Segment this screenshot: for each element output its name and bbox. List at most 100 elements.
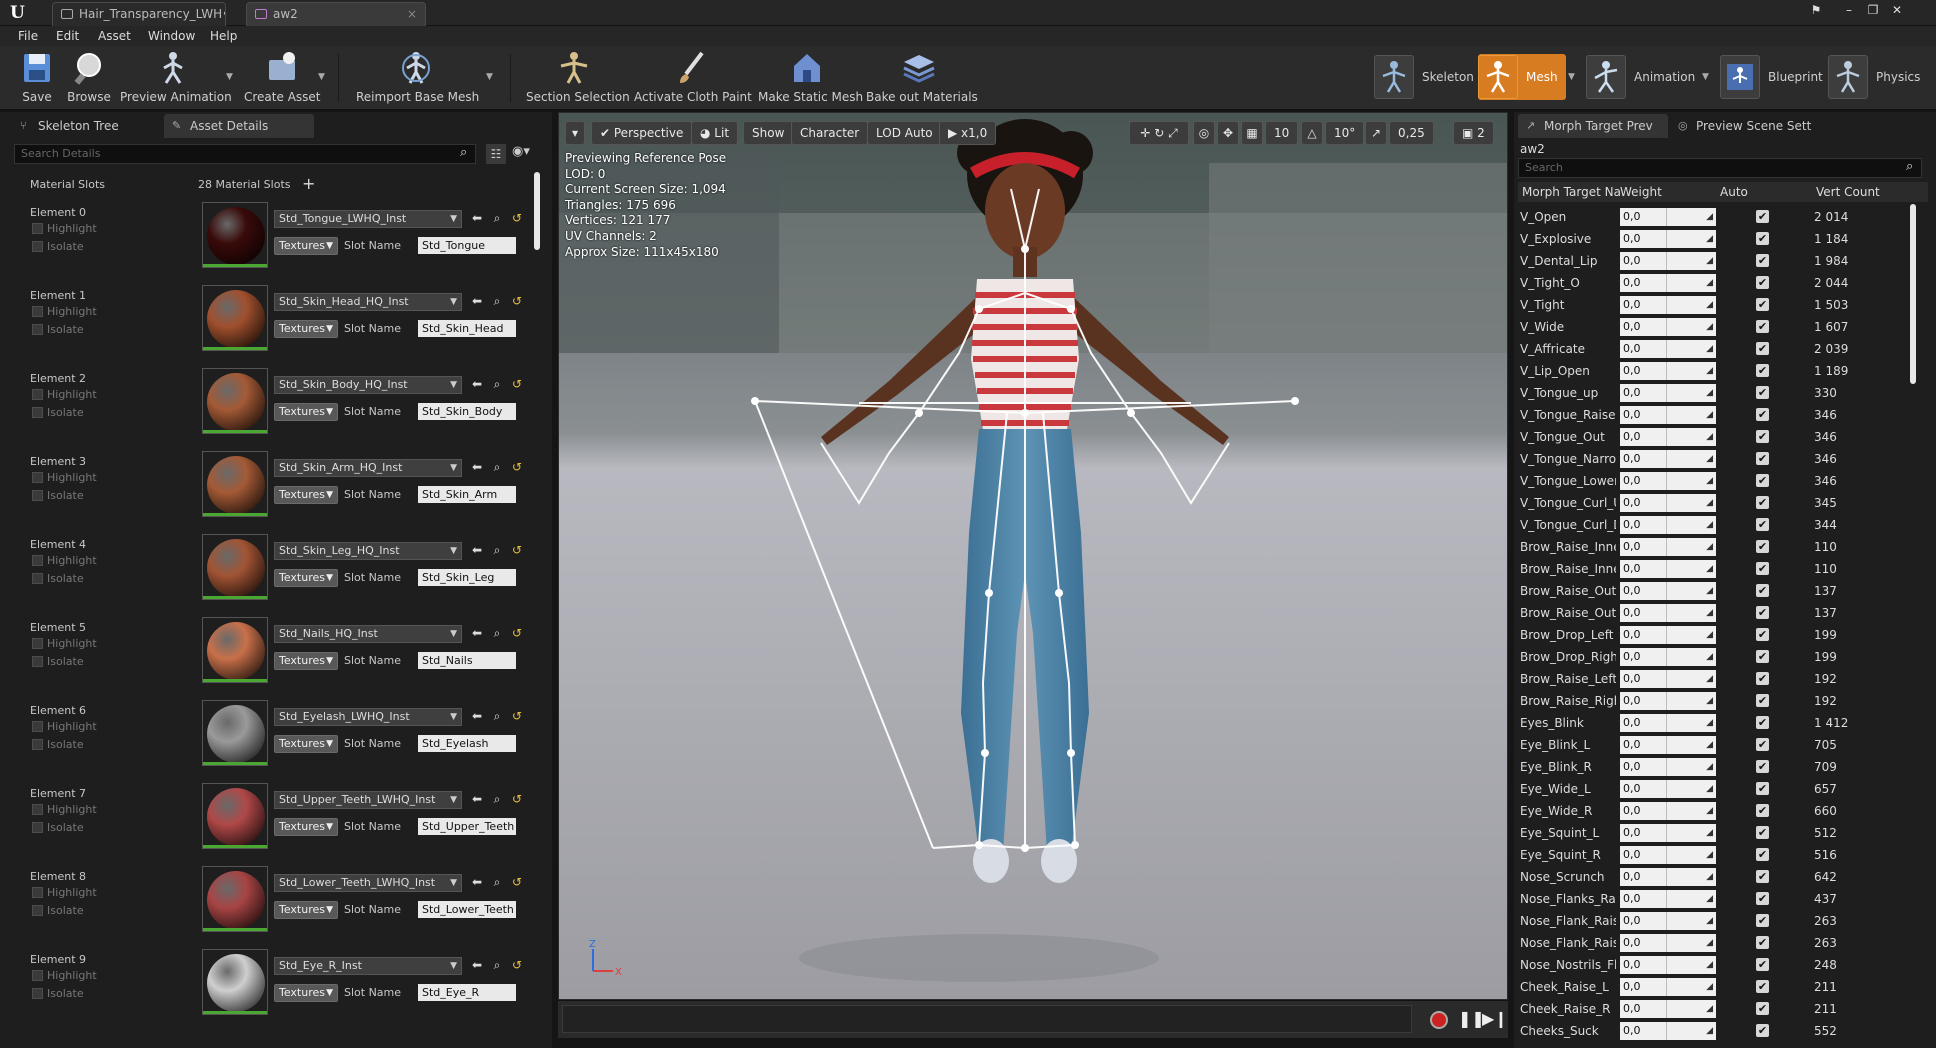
auto-checkbox[interactable]: ✔ xyxy=(1756,386,1769,399)
slot-name-field[interactable]: Std_Lower_Teeth xyxy=(418,901,516,918)
material-thumbnail[interactable] xyxy=(202,866,268,932)
slot-name-field[interactable]: Std_Tongue xyxy=(418,237,516,254)
morph-target-row[interactable]: Brow_Drop_Left 0,0 ◢ ✔ 199 xyxy=(1518,624,1924,646)
add-material-slot-icon[interactable]: + xyxy=(302,174,315,193)
morph-target-row[interactable]: V_Tongue_Lower 0,0 ◢ ✔ 346 xyxy=(1518,470,1924,492)
use-selected-arrow-icon[interactable]: ⬅ xyxy=(470,293,484,309)
morph-target-row[interactable]: Brow_Raise_Inner 0,0 ◢ ✔ 110 xyxy=(1518,558,1924,580)
camera-speed-button[interactable]: ▣ 2 xyxy=(1453,121,1494,145)
textures-dropdown[interactable]: Textures ▼ xyxy=(274,901,338,919)
weight-slider-field[interactable]: 0,0 ◢ xyxy=(1620,494,1716,512)
morph-target-row[interactable]: Cheeks_Suck 0,0 ◢ ✔ 552 xyxy=(1518,1020,1924,1042)
use-selected-arrow-icon[interactable]: ⬅ xyxy=(470,542,484,558)
auto-checkbox[interactable]: ✔ xyxy=(1756,320,1769,333)
highlight-checkbox[interactable]: Highlight xyxy=(32,554,97,567)
show-button[interactable]: Show xyxy=(743,121,794,145)
material-picker[interactable]: Std_Skin_Body_HQ_Inst ▼ xyxy=(274,376,462,394)
weight-slider-field[interactable]: 0,0 ◢ xyxy=(1620,780,1716,798)
auto-checkbox[interactable]: ✔ xyxy=(1756,342,1769,355)
morph-target-row[interactable]: V_Tight_O 0,0 ◢ ✔ 2 044 xyxy=(1518,272,1924,294)
material-thumbnail[interactable] xyxy=(202,285,268,351)
highlight-checkbox[interactable]: Highlight xyxy=(32,305,97,318)
menu-asset[interactable]: Asset xyxy=(98,27,131,45)
browse-search-icon[interactable]: ⌕ xyxy=(490,625,504,641)
tab-asset-details[interactable]: ✎ Asset Details xyxy=(164,114,314,138)
weight-slider-field[interactable]: 0,0 ◢ xyxy=(1620,428,1716,446)
browse-search-icon[interactable]: ⌕ xyxy=(490,957,504,973)
highlight-checkbox[interactable]: Highlight xyxy=(32,388,97,401)
close-tab-icon[interactable]: × xyxy=(407,3,417,25)
auto-checkbox[interactable]: ✔ xyxy=(1756,936,1769,949)
reset-arrow-icon[interactable]: ↺ xyxy=(510,874,524,890)
material-picker[interactable]: Std_Eye_R_Inst ▼ xyxy=(274,957,462,975)
morph-target-row[interactable]: Cheek_Raise_L 0,0 ◢ ✔ 211 xyxy=(1518,976,1924,998)
eye-visibility-icon[interactable]: ◉▾ xyxy=(512,144,530,159)
highlight-checkbox[interactable]: Highlight xyxy=(32,720,97,733)
reset-arrow-icon[interactable]: ↺ xyxy=(510,376,524,392)
textures-dropdown[interactable]: Textures ▼ xyxy=(274,237,338,255)
slot-name-field[interactable]: Std_Skin_Body xyxy=(418,403,516,420)
reset-arrow-icon[interactable]: ↺ xyxy=(510,542,524,558)
textures-dropdown[interactable]: Textures ▼ xyxy=(274,818,338,836)
grid-snap-value[interactable]: 10 xyxy=(1265,121,1299,145)
isolate-checkbox[interactable]: Isolate xyxy=(32,489,84,502)
browse-search-icon[interactable]: ⌕ xyxy=(490,874,504,890)
auto-checkbox[interactable]: ✔ xyxy=(1756,892,1769,905)
restore-icon[interactable]: ❐ xyxy=(1862,2,1884,18)
isolate-checkbox[interactable]: Isolate xyxy=(32,738,84,751)
preview-viewport[interactable]: Z X ▾ ✔ Perspective ◕ Lit Show Character… xyxy=(558,112,1508,1000)
menu-file[interactable]: File xyxy=(18,27,38,45)
create-asset-dropdown-icon[interactable]: ▼ xyxy=(318,72,325,82)
auto-checkbox[interactable]: ✔ xyxy=(1756,474,1769,487)
weight-slider-field[interactable]: 0,0 ◢ xyxy=(1620,648,1716,666)
weight-slider-field[interactable]: 0,0 ◢ xyxy=(1620,208,1716,226)
doc-tab-aw2[interactable]: aw2 × xyxy=(246,2,426,26)
close-window-icon[interactable]: ✕ xyxy=(1886,2,1908,18)
slot-name-field[interactable]: Std_Eye_R xyxy=(418,984,516,1001)
reimport-base-mesh-button[interactable]: Reimport Base Mesh xyxy=(356,48,479,108)
material-thumbnail[interactable] xyxy=(202,368,268,434)
weight-slider-field[interactable]: 0,0 ◢ xyxy=(1620,406,1716,424)
auto-checkbox[interactable]: ✔ xyxy=(1756,562,1769,575)
auto-checkbox[interactable]: ✔ xyxy=(1756,430,1769,443)
auto-checkbox[interactable]: ✔ xyxy=(1756,210,1769,223)
auto-checkbox[interactable]: ✔ xyxy=(1756,298,1769,311)
weight-slider-field[interactable]: 0,0 ◢ xyxy=(1620,714,1716,732)
mode-blueprint-button[interactable]: Blueprint xyxy=(1720,54,1823,100)
morph-target-row[interactable]: Cheek_Raise_R 0,0 ◢ ✔ 211 xyxy=(1518,998,1924,1020)
weight-slider-field[interactable]: 0,0 ◢ xyxy=(1620,450,1716,468)
use-selected-arrow-icon[interactable]: ⬅ xyxy=(470,874,484,890)
auto-checkbox[interactable]: ✔ xyxy=(1756,584,1769,597)
highlight-checkbox[interactable]: Highlight xyxy=(32,886,97,899)
column-auto[interactable]: Auto xyxy=(1720,182,1748,202)
textures-dropdown[interactable]: Textures ▼ xyxy=(274,735,338,753)
notification-icon[interactable]: ⚑ xyxy=(1805,2,1827,18)
browse-search-icon[interactable]: ⌕ xyxy=(490,293,504,309)
weight-slider-field[interactable]: 0,0 ◢ xyxy=(1620,296,1716,314)
browse-search-icon[interactable]: ⌕ xyxy=(490,376,504,392)
isolate-checkbox[interactable]: Isolate xyxy=(32,821,84,834)
morph-target-row[interactable]: Eyes_Blink 0,0 ◢ ✔ 1 412 xyxy=(1518,712,1924,734)
isolate-checkbox[interactable]: Isolate xyxy=(32,240,84,253)
activate-cloth-paint-button[interactable]: Activate Cloth Paint xyxy=(634,48,752,108)
scale-snap-icon[interactable]: ↗ xyxy=(1365,121,1387,145)
auto-checkbox[interactable]: ✔ xyxy=(1756,826,1769,839)
auto-checkbox[interactable]: ✔ xyxy=(1756,716,1769,729)
browse-search-icon[interactable]: ⌕ xyxy=(490,210,504,226)
material-picker[interactable]: Std_Upper_Teeth_LWHQ_Inst ▼ xyxy=(274,791,462,809)
material-picker[interactable]: Std_Nails_HQ_Inst ▼ xyxy=(274,625,462,643)
material-thumbnail[interactable] xyxy=(202,202,268,268)
morph-target-row[interactable]: Eye_Blink_L 0,0 ◢ ✔ 705 xyxy=(1518,734,1924,756)
morph-target-row[interactable]: Brow_Raise_Outer 0,0◢ ✔ 137 xyxy=(1518,602,1924,624)
textures-dropdown[interactable]: Textures ▼ xyxy=(274,984,338,1002)
morph-target-row[interactable]: V_Tight 0,0 ◢ ✔ 1 503 xyxy=(1518,294,1924,316)
morph-search-input[interactable]: Search xyxy=(1518,158,1922,178)
use-selected-arrow-icon[interactable]: ⬅ xyxy=(470,376,484,392)
weight-slider-field[interactable]: 0,0 ◢ xyxy=(1620,516,1716,534)
reset-arrow-icon[interactable]: ↺ xyxy=(510,210,524,226)
reset-arrow-icon[interactable]: ↺ xyxy=(510,625,524,641)
weight-slider-field[interactable]: 0,0 ◢ xyxy=(1620,582,1716,600)
morph-target-row[interactable]: V_Tongue_Raise 0,0 ◢ ✔ 346 xyxy=(1518,404,1924,426)
auto-checkbox[interactable]: ✔ xyxy=(1756,694,1769,707)
slot-name-field[interactable]: Std_Skin_Head xyxy=(418,320,516,337)
